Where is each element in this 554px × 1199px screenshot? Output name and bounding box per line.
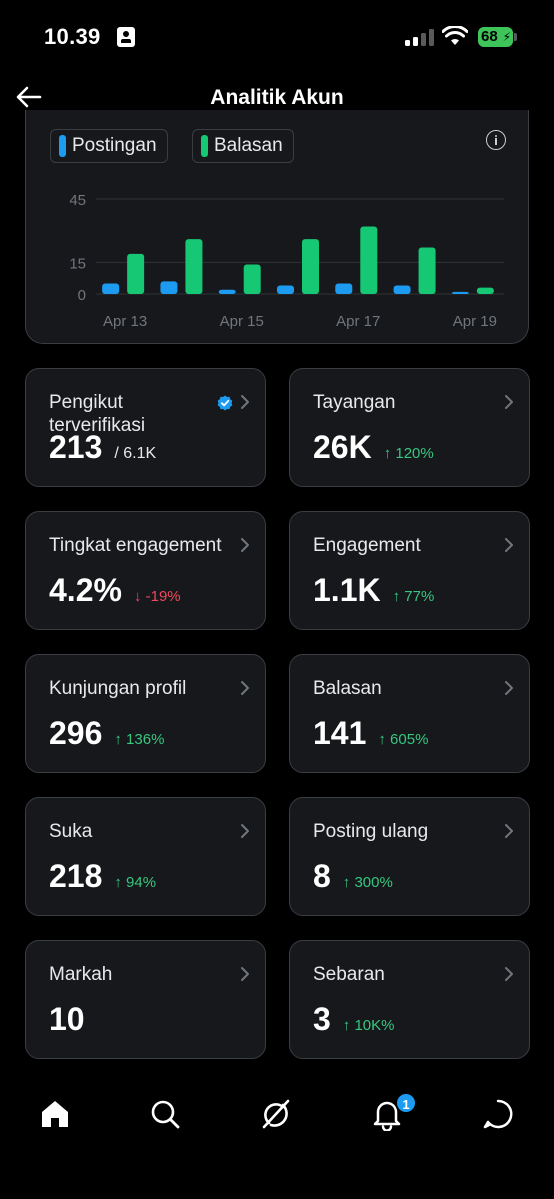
metric-value-row: 3 ↑ 10K% — [313, 1001, 395, 1038]
bar-posts — [277, 285, 294, 294]
metric-value-row: 296 ↑ 136% — [49, 715, 164, 752]
bar-replies — [360, 226, 378, 294]
chevron-right-icon — [241, 824, 249, 838]
search-icon[interactable] — [148, 1097, 182, 1131]
x-tick-label: Apr 17 — [336, 313, 380, 330]
bar-posts — [335, 283, 353, 294]
y-tick-label: 0 — [78, 287, 86, 304]
chevron-right-icon — [241, 967, 249, 981]
metric-card[interactable]: Sebaran 3 ↑ 10K% — [289, 940, 530, 1059]
metric-value-row: 4.2% ↓ -19% — [49, 572, 181, 609]
activity-chart-card: Postingan Balasan 0 15 45 Apr 13 Apr 15 Apr 1… — [25, 110, 529, 344]
verified-badge-icon — [217, 395, 233, 411]
x-tick-label: Apr 15 — [220, 313, 264, 330]
metric-label: Posting ulang — [313, 821, 429, 842]
metric-value-row: 218 ↑ 94% — [49, 858, 156, 895]
bar-chart: 0 15 45 Apr 13 Apr 15 Apr 17 Apr 19 — [69, 192, 504, 330]
metric-label: Kunjungan profil — [49, 678, 187, 699]
metric-value: 1.1K — [313, 572, 381, 608]
bar-replies — [127, 253, 145, 294]
bar-replies — [243, 264, 261, 294]
metric-change: ↑ 136% — [114, 731, 165, 748]
metric-change: ↓ -19% — [133, 588, 181, 605]
metric-value: 218 — [49, 858, 103, 894]
messages-icon[interactable] — [481, 1097, 515, 1131]
metric-value: 10 — [49, 1001, 85, 1037]
metric-value: 26K — [313, 429, 372, 465]
metric-value: 296 — [49, 715, 103, 751]
chevron-right-icon — [505, 538, 513, 552]
metric-label: Tayangan — [313, 392, 396, 413]
metric-value-row: 10 — [49, 1001, 85, 1038]
metric-label: Suka — [49, 821, 93, 842]
charging-bolt-icon: ⚡ — [502, 30, 511, 44]
metric-value: 4.2% — [49, 572, 122, 608]
home-icon[interactable] — [38, 1097, 72, 1131]
metric-card[interactable]: Pengikut terverifikasi 213/ 6.1K — [25, 368, 266, 487]
metric-change: ↑ 605% — [378, 731, 429, 748]
metric-card[interactable]: Suka 218 ↑ 94% — [25, 797, 266, 916]
metric-value-row: 213 / 6.1K — [49, 429, 156, 466]
metric-card[interactable]: Balasan 141 ↑ 605% — [289, 654, 530, 773]
status-bar: 10.39 68 ⚡ — [0, 0, 554, 70]
metric-value: 3 — [313, 1001, 331, 1037]
grok-icon[interactable] — [259, 1097, 293, 1131]
bar-posts — [218, 289, 236, 294]
metric-value: 213 — [49, 429, 103, 465]
chevron-right-icon — [241, 681, 249, 695]
metric-card[interactable]: Markah 10 — [25, 940, 266, 1059]
bar-posts — [393, 285, 411, 294]
tab-bar: 1 — [0, 1075, 554, 1199]
metric-card[interactable]: Kunjungan profil 296 ↑ 136% — [25, 654, 266, 773]
bar-replies — [302, 239, 319, 294]
metric-value: 141 — [313, 715, 367, 751]
bar-posts — [451, 291, 469, 294]
metric-label: Balasan — [313, 678, 382, 699]
chevron-right-icon — [505, 967, 513, 981]
metric-value: 8 — [313, 858, 331, 894]
x-tick-label: Apr 13 — [103, 313, 147, 330]
cellular-signal-icon — [405, 29, 435, 46]
metric-change: ↑ 10K% — [342, 1017, 395, 1034]
metric-value-row: 141 ↑ 605% — [313, 715, 428, 752]
chevron-right-icon — [241, 538, 249, 552]
metric-label: Markah — [49, 964, 113, 985]
bar-posts — [160, 281, 178, 294]
bar-replies — [476, 287, 494, 294]
metric-change: ↑ 120% — [383, 445, 434, 462]
metric-card[interactable]: Posting ulang 8 ↑ 300% — [289, 797, 530, 916]
wifi-icon — [442, 26, 468, 45]
chevron-right-icon — [241, 395, 249, 409]
bar-replies — [185, 239, 203, 294]
battery-level: 68 — [481, 28, 498, 45]
id-card-icon — [117, 27, 135, 47]
metric-label: Tingkat engagement — [49, 535, 222, 556]
chevron-right-icon — [505, 395, 513, 409]
chevron-right-icon — [505, 681, 513, 695]
bar-posts — [102, 283, 120, 294]
metric-value-row: 26K ↑ 120% — [313, 429, 434, 466]
notification-badge: 1 — [395, 1092, 417, 1114]
metric-card[interactable]: Tayangan 26K ↑ 120% — [289, 368, 530, 487]
metric-card[interactable]: Engagement 1.1K ↑ 77% — [289, 511, 530, 630]
bar-replies — [418, 247, 436, 294]
battery-cap — [514, 33, 517, 41]
metric-change: ↑ 94% — [114, 874, 157, 891]
x-tick-label: Apr 19 — [453, 313, 497, 330]
metric-card[interactable]: Tingkat engagement 4.2% ↓ -19% — [25, 511, 266, 630]
metric-value-row: 1.1K ↑ 77% — [313, 572, 434, 609]
metric-change: ↑ 300% — [342, 874, 393, 891]
metric-value-row: 8 ↑ 300% — [313, 858, 393, 895]
metric-label: Engagement — [313, 535, 421, 556]
battery-icon: 68 ⚡ — [478, 27, 513, 47]
y-tick-label: 15 — [69, 255, 86, 272]
chevron-right-icon — [505, 824, 513, 838]
metric-change: ↑ 77% — [392, 588, 435, 605]
y-tick-label: 45 — [69, 192, 86, 209]
metric-label: Sebaran — [313, 964, 385, 985]
page-title: Analitik Akun — [210, 86, 344, 109]
metric-total: / 6.1K — [114, 445, 157, 462]
status-time: 10.39 — [44, 24, 101, 49]
